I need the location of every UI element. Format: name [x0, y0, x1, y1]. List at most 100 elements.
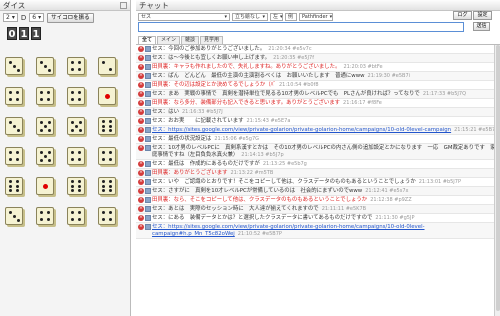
settings-button[interactable]: 設定	[473, 11, 492, 20]
delete-message-icon[interactable]: ×	[138, 82, 144, 88]
delete-message-icon[interactable]: ×	[138, 188, 144, 194]
die-pip	[101, 218, 105, 222]
speaker-avatar-icon	[145, 161, 151, 167]
die-face	[36, 147, 54, 165]
message-timestamp: 21:12:41 #e5s7x	[365, 188, 409, 194]
send-button[interactable]: 送信	[473, 22, 490, 31]
speaker-avatar-icon	[145, 206, 151, 212]
chat-message: × セス：さすがに 真剣を10才レベルPCが常備しているのは 社会的にまずいのでw…	[136, 187, 500, 196]
die-face	[5, 117, 23, 135]
delete-message-icon[interactable]: ×	[138, 64, 144, 70]
die-pip	[8, 98, 12, 102]
die-pip	[101, 188, 105, 192]
die-pip	[12, 124, 16, 128]
log-button[interactable]: ログ	[453, 11, 472, 20]
delete-message-icon[interactable]: ×	[138, 127, 144, 133]
message-text: セス：さすがに 真剣を10才レベルPCが常備しているのは 社会的にまずいのでww…	[152, 188, 363, 194]
message-list: × セス：今回のご参加ありがとうございました。 21:20:34 #e5v7c × セス…	[136, 45, 500, 239]
character-name-select[interactable]: セス ▾	[138, 12, 230, 21]
die-pip	[78, 68, 82, 72]
message-timestamp: 21:13:22 #m5TB	[230, 170, 274, 176]
dice-count-select[interactable]: 2 ▾	[3, 13, 18, 22]
die-pip	[8, 90, 12, 94]
chat-message: × セス：10才男のレベルPCに 真剣系漢すとかは その10才男のレベルPCの内さ…	[136, 144, 500, 160]
dice-panel: ダイス 2 ▾ D 6 ▾ サイコロを振る 0 1 1	[0, 0, 131, 316]
speaker-avatar-icon	[145, 215, 151, 221]
style-value: 例	[288, 13, 294, 20]
stance-select[interactable]: 立ち絵なし ▾	[232, 12, 268, 21]
delete-message-icon[interactable]: ×	[138, 170, 144, 176]
roll-dice-button[interactable]: サイコロを振る	[47, 12, 94, 23]
die-pip	[16, 184, 20, 188]
delete-message-icon[interactable]: ×	[138, 179, 144, 185]
die-pip	[16, 128, 20, 132]
game-system-select[interactable]: Pathfinder ▾	[299, 12, 333, 21]
die-pip	[39, 150, 43, 154]
game-system-value: Pathfinder	[302, 13, 328, 20]
speaker-avatar-icon	[145, 109, 151, 115]
delete-message-icon[interactable]: ×	[138, 100, 144, 106]
die-pip	[43, 154, 47, 158]
scrollbar-thumb[interactable]	[496, 45, 500, 311]
speaker-avatar-icon	[145, 100, 151, 106]
delete-message-icon[interactable]: ×	[138, 206, 144, 212]
delete-message-icon[interactable]: ×	[138, 197, 144, 203]
chat-scrollbar[interactable]	[494, 45, 500, 316]
die-pip	[39, 128, 43, 132]
tab-all[interactable]: 全て	[138, 36, 157, 44]
die-pip	[47, 218, 51, 222]
die-face	[36, 57, 54, 75]
die-pip	[109, 124, 113, 128]
delete-message-icon[interactable]: ×	[138, 55, 144, 61]
die-pip	[8, 120, 12, 124]
delete-message-icon[interactable]: ×	[138, 145, 144, 151]
die-pip	[8, 158, 12, 162]
die-pip	[39, 210, 43, 214]
die-pip	[47, 90, 51, 94]
style-select[interactable]: 例	[285, 12, 297, 21]
message-timestamp: 21:11:30 #g5JP	[375, 215, 415, 221]
die-face	[5, 147, 23, 165]
side-select[interactable]: 左 ▾	[270, 12, 283, 21]
die-pip	[70, 68, 74, 72]
chat-message-input[interactable]	[138, 22, 464, 32]
delete-message-icon[interactable]: ×	[138, 73, 144, 79]
tab-chat[interactable]: 雑談	[181, 36, 200, 44]
die-face	[67, 177, 85, 195]
delete-message-icon[interactable]: ×	[138, 109, 144, 115]
message-text[interactable]: セス：https://sites.google.com/view/private…	[152, 224, 425, 237]
chat-panel: チャット セス ▾ 立ち絵なし ▾ 左 ▾ 例 Pathfinder ▾ ログ 設定 送…	[136, 0, 500, 316]
chat-log: × セス：今回のご参加ありがとうございました。 21:20:34 #e5v7c × セス…	[136, 44, 500, 316]
die-pip	[39, 158, 43, 162]
die-face	[5, 87, 23, 105]
delete-message-icon[interactable]: ×	[138, 91, 144, 97]
die-pip	[78, 210, 82, 214]
delete-message-icon[interactable]: ×	[138, 46, 144, 52]
dice-sides-select[interactable]: 6 ▾	[29, 13, 45, 22]
delete-message-icon[interactable]: ×	[138, 161, 144, 167]
die-pip	[109, 210, 113, 214]
tab-spectator[interactable]: 見学用	[200, 36, 224, 44]
die-face	[5, 177, 23, 195]
die-pip	[70, 158, 74, 162]
delete-message-icon[interactable]: ×	[138, 118, 144, 124]
panel-close-icon[interactable]	[120, 2, 127, 9]
die-pip	[8, 60, 12, 64]
message-timestamp: 21:15:43 #e5E7a	[246, 118, 291, 124]
dice-count-value: 2	[6, 14, 10, 21]
die-pip	[16, 158, 20, 162]
delete-message-icon[interactable]: ×	[138, 215, 144, 221]
die-pip	[70, 218, 74, 222]
message-timestamp: 21:14:13 #b5J7p	[241, 152, 284, 158]
die-face	[36, 117, 54, 135]
die-pip	[39, 120, 43, 124]
message-text: セス：はい	[152, 109, 179, 115]
delete-message-icon[interactable]: ×	[138, 136, 144, 142]
tab-main[interactable]: メイン	[157, 36, 181, 44]
delete-message-icon[interactable]: ×	[138, 224, 144, 230]
chevron-down-icon: ▾	[262, 13, 265, 20]
die-pip	[109, 68, 113, 72]
message-text[interactable]: セス：https://sites.google.com/view/private…	[152, 127, 451, 133]
chat-message: × セス：https://sites.google.com/view/privat…	[136, 126, 500, 135]
die-face	[98, 177, 116, 195]
